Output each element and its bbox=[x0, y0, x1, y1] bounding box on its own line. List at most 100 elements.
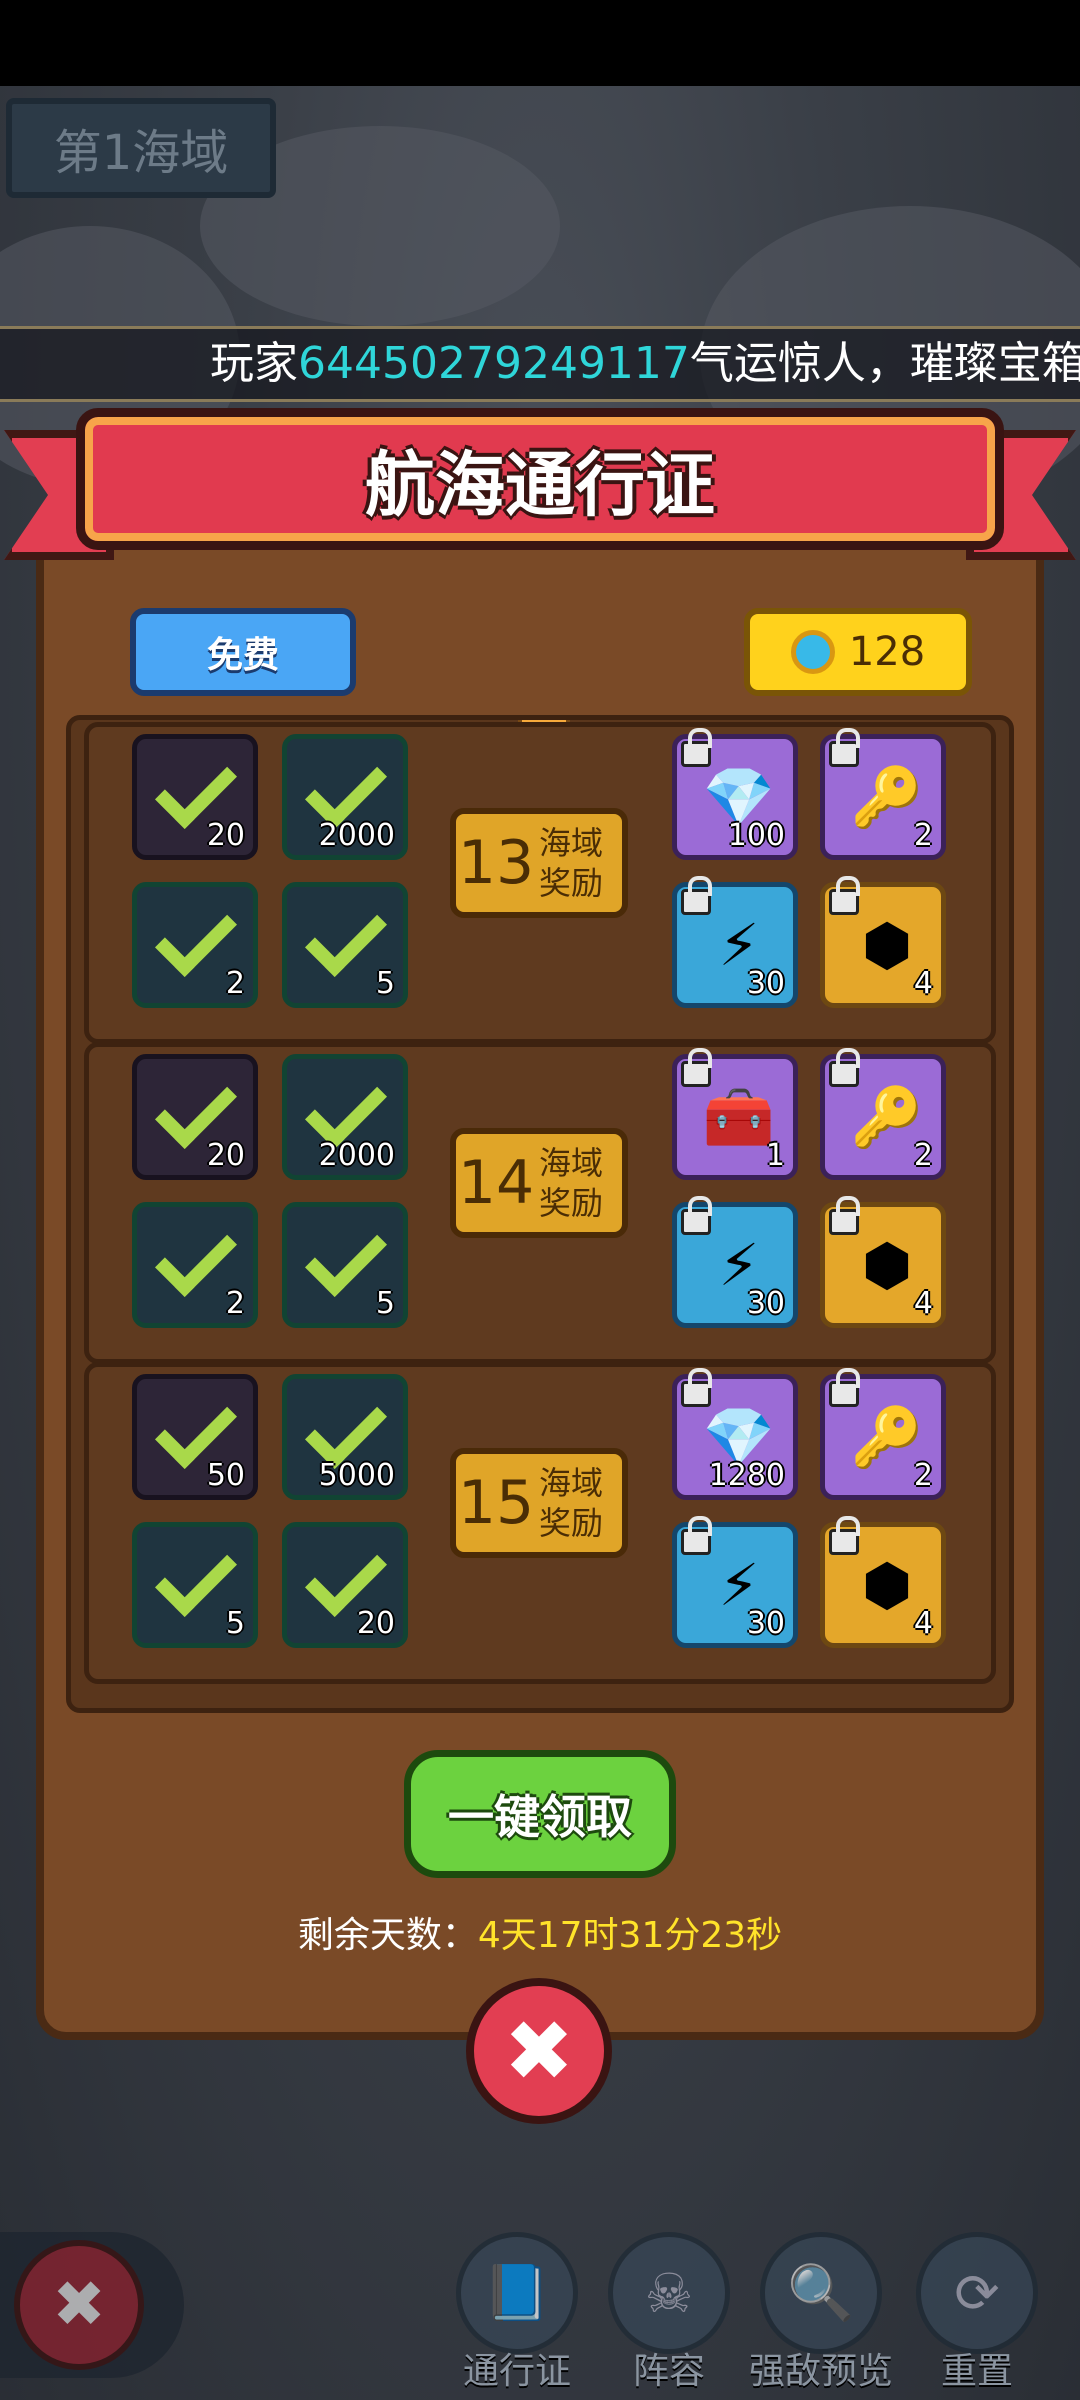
reward-quantity: 1 bbox=[765, 1138, 785, 1173]
free-tier-label: 免费 bbox=[206, 635, 279, 676]
paid-reward-locked[interactable]: 💎 100 bbox=[672, 728, 798, 860]
reward-quantity: 30 bbox=[746, 1606, 785, 1641]
reward-quantity: 2 bbox=[913, 818, 933, 853]
nav-item-label: 重置 bbox=[940, 2351, 1013, 2392]
claim-all-label: 一键领取 bbox=[448, 1790, 632, 1844]
lock-icon bbox=[829, 1368, 860, 1407]
reward-quantity: 20 bbox=[356, 1606, 395, 1641]
lock-icon bbox=[829, 1516, 860, 1555]
nav-item[interactable]: 🔍 强敌预览 bbox=[746, 2224, 896, 2400]
free-reward-claimed[interactable]: 5 bbox=[282, 882, 408, 1008]
title-ribbon: 航海通行证 bbox=[76, 408, 1004, 550]
paid-reward-locked[interactable]: 🔑 2 bbox=[820, 1048, 946, 1180]
free-reward-claimed[interactable]: 2000 bbox=[282, 1054, 408, 1180]
free-tier-badge: 免费 bbox=[130, 608, 356, 696]
lock-icon bbox=[681, 1196, 712, 1235]
nav-item[interactable]: ⟳ 重置 bbox=[902, 2224, 1052, 2400]
level-label-line1: 海域 bbox=[538, 1144, 603, 1182]
status-bar bbox=[0, 0, 1080, 86]
check-icon bbox=[154, 1066, 238, 1150]
nav-item[interactable]: 📘 通行证 bbox=[442, 2224, 592, 2400]
reward-quantity: 2000 bbox=[318, 1138, 395, 1173]
level-label-line1: 海域 bbox=[538, 824, 603, 862]
reward-quantity: 4 bbox=[913, 1286, 933, 1321]
paid-reward-locked[interactable]: 🧰 1 bbox=[672, 1048, 798, 1180]
sea-level-label: 第1海域 bbox=[6, 98, 276, 198]
level-number: 14 bbox=[457, 1148, 535, 1218]
free-reward-claimed[interactable]: 50 bbox=[132, 1374, 258, 1500]
paid-reward-locked[interactable]: ⚡ 30 bbox=[672, 1516, 798, 1648]
coin-balance-badge[interactable]: 128 bbox=[744, 608, 972, 696]
level-reward-tag: 14 海域 奖励 bbox=[450, 1128, 628, 1238]
lock-icon bbox=[681, 1048, 712, 1087]
reward-quantity: 1280 bbox=[708, 1458, 785, 1493]
free-reward-claimed[interactable]: 5000 bbox=[282, 1374, 408, 1500]
level-label-line2: 奖励 bbox=[538, 1184, 603, 1222]
paid-reward-locked[interactable]: ⬢ 4 bbox=[820, 876, 946, 1008]
ticker-player-id: 64450279249117 bbox=[298, 338, 690, 389]
pirate-avatar-icon: ☠ bbox=[608, 2232, 730, 2354]
level-number: 13 bbox=[457, 828, 535, 898]
check-icon bbox=[304, 1066, 388, 1150]
level-reward-tag: 13 海域 奖励 bbox=[450, 808, 628, 918]
reward-quantity: 4 bbox=[913, 1606, 933, 1641]
lock-icon bbox=[829, 1196, 860, 1235]
reward-quantity: 2 bbox=[913, 1458, 933, 1493]
check-icon bbox=[154, 1214, 238, 1298]
paid-reward-locked[interactable]: ⬢ 4 bbox=[820, 1196, 946, 1328]
check-icon bbox=[154, 746, 238, 830]
reward-quantity: 5 bbox=[375, 1286, 395, 1321]
close-button[interactable]: ✖ bbox=[466, 1978, 612, 2124]
free-reward-claimed[interactable]: 20 bbox=[132, 734, 258, 860]
reward-quantity: 20 bbox=[206, 818, 245, 853]
pass-book-icon: 📘 bbox=[456, 2232, 578, 2354]
reward-quantity: 2000 bbox=[318, 818, 395, 853]
claim-all-button[interactable]: 一键领取 bbox=[404, 1750, 676, 1878]
paid-reward-locked[interactable]: ⬢ 4 bbox=[820, 1516, 946, 1648]
lock-icon bbox=[681, 1368, 712, 1407]
coin-icon bbox=[790, 630, 835, 674]
ticker-prefix: 玩家 bbox=[210, 338, 298, 389]
sea-level-text: 第1海域 bbox=[53, 125, 229, 181]
reward-quantity: 30 bbox=[746, 1286, 785, 1321]
close-icon: ✖ bbox=[503, 2002, 575, 2100]
paid-reward-locked[interactable]: 💎 1280 bbox=[672, 1368, 798, 1500]
free-reward-claimed[interactable]: 2000 bbox=[282, 734, 408, 860]
check-icon bbox=[304, 1214, 388, 1298]
reward-quantity: 20 bbox=[206, 1138, 245, 1173]
nav-item[interactable]: ☠ 阵容 bbox=[594, 2224, 744, 2400]
check-icon bbox=[304, 1386, 388, 1470]
nav-item-label: 阵容 bbox=[632, 2351, 705, 2392]
free-reward-claimed[interactable]: 20 bbox=[282, 1522, 408, 1648]
level-label-line2: 奖励 bbox=[538, 864, 603, 902]
level-number: 15 bbox=[457, 1468, 535, 1538]
free-reward-claimed[interactable]: 5 bbox=[132, 1522, 258, 1648]
paid-reward-locked[interactable]: 🔑 2 bbox=[820, 728, 946, 860]
check-icon bbox=[154, 1534, 238, 1618]
free-reward-claimed[interactable]: 2 bbox=[132, 882, 258, 1008]
lock-icon bbox=[829, 728, 860, 767]
paid-reward-locked[interactable]: ⚡ 30 bbox=[672, 1196, 798, 1328]
free-reward-claimed[interactable]: 20 bbox=[132, 1054, 258, 1180]
paid-reward-locked[interactable]: 🔑 2 bbox=[820, 1368, 946, 1500]
remaining-time: 剩余天数：4天17时31分23秒 bbox=[0, 1906, 1080, 1958]
reward-quantity: 50 bbox=[206, 1458, 245, 1493]
lock-icon bbox=[681, 876, 712, 915]
broadcast-ticker: 玩家64450279249117气运惊人，璀璨宝箱中 bbox=[0, 326, 1080, 402]
nav-item-label: 通行证 bbox=[462, 2351, 571, 2392]
check-icon bbox=[154, 1386, 238, 1470]
free-reward-claimed[interactable]: 5 bbox=[282, 1202, 408, 1328]
bottom-close-button[interactable]: ✖ bbox=[14, 2240, 144, 2370]
check-icon bbox=[304, 746, 388, 830]
reward-quantity: 5000 bbox=[318, 1458, 395, 1493]
free-reward-claimed[interactable]: 2 bbox=[132, 1202, 258, 1328]
check-icon bbox=[304, 894, 388, 978]
reward-quantity: 2 bbox=[225, 966, 245, 1001]
coin-balance: 128 bbox=[848, 629, 926, 675]
close-icon: ✖ bbox=[52, 2268, 106, 2342]
magnifier-icon: 🔍 bbox=[760, 2232, 882, 2354]
level-label-line1: 海域 bbox=[538, 1464, 603, 1502]
check-icon bbox=[304, 1534, 388, 1618]
reward-quantity: 100 bbox=[727, 818, 785, 853]
paid-reward-locked[interactable]: ⚡ 30 bbox=[672, 876, 798, 1008]
